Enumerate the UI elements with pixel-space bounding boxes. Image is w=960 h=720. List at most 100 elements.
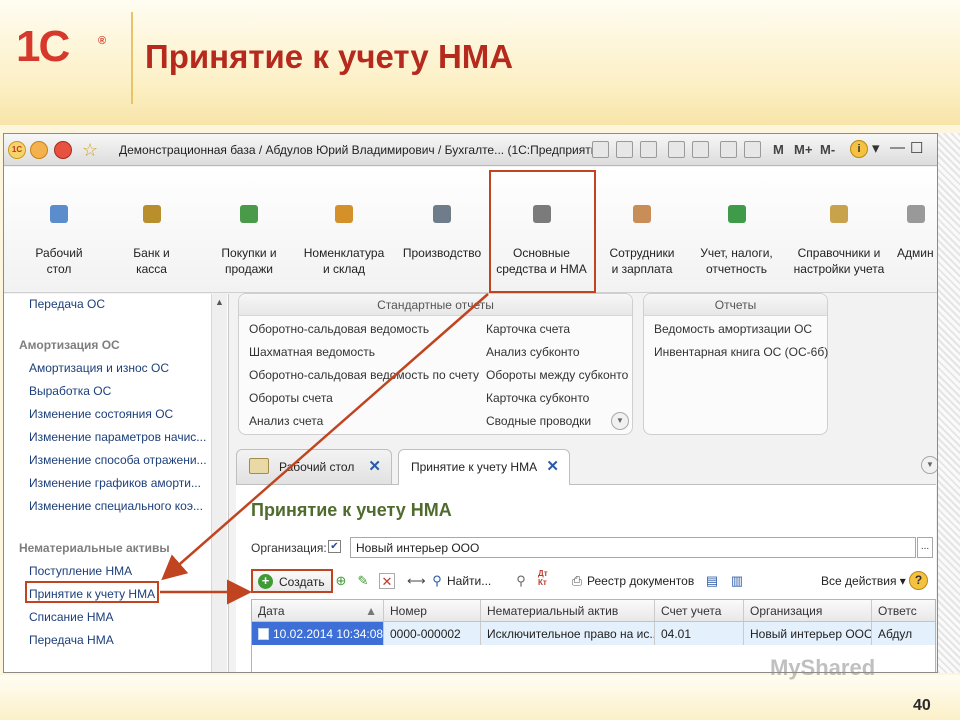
print-icon[interactable] bbox=[616, 141, 633, 158]
navigation-scrollbar[interactable]: ▲ bbox=[211, 294, 227, 672]
cell-number[interactable]: 0000-000002 bbox=[384, 622, 481, 645]
slide-footer bbox=[0, 675, 960, 720]
nav-item-fixed-asset-transfer[interactable]: Передача ОС bbox=[29, 297, 105, 311]
section-taxes[interactable]: Учет, налоги, отчетность bbox=[694, 167, 779, 293]
column-header-account[interactable]: Счет учета bbox=[655, 600, 744, 621]
section-reference[interactable]: Справочники и настройки учета bbox=[789, 167, 889, 293]
list-settings-icon[interactable]: ▥ bbox=[729, 573, 745, 589]
tab-desktop[interactable]: Рабочий стол ✕ bbox=[236, 449, 392, 485]
organization-select-button[interactable]: ... bbox=[917, 537, 933, 558]
nav-item[interactable]: Изменение способа отражени... bbox=[29, 453, 207, 467]
organization-filter-checkbox[interactable]: ✔ bbox=[328, 540, 341, 553]
cancel-search-icon[interactable]: ⚲ bbox=[513, 573, 529, 589]
section-staff[interactable]: Сотрудники и зарплата bbox=[602, 167, 682, 293]
memory-button[interactable]: M bbox=[773, 142, 784, 157]
print-icon[interactable]: ⎙ bbox=[569, 573, 585, 589]
close-icon[interactable]: ✕ bbox=[546, 450, 559, 484]
watermark: MyShared bbox=[770, 655, 876, 680]
table-row[interactable]: 10.02.2014 10:34:08 0000-000002 Исключит… bbox=[252, 622, 935, 645]
report-link[interactable]: Карточка субконто bbox=[486, 391, 589, 405]
sections-panel: Рабочий стол Банк и касса Покупки и продажи… bbox=[4, 167, 937, 293]
history-icon[interactable] bbox=[692, 141, 709, 158]
preview-icon[interactable] bbox=[640, 141, 657, 158]
report-link[interactable]: Шахматная ведомость bbox=[249, 345, 375, 359]
postings-button[interactable]: Дт Кт bbox=[538, 569, 548, 587]
stop-icon[interactable] bbox=[54, 141, 72, 159]
column-header-number[interactable]: Номер bbox=[384, 600, 481, 621]
nav-item[interactable]: Выработка ОС bbox=[29, 384, 111, 398]
section-label: Рабочий стол bbox=[35, 246, 83, 276]
all-actions-button[interactable]: Все действия ▾ bbox=[821, 574, 906, 588]
section-desktop[interactable]: Рабочий стол bbox=[24, 167, 94, 293]
report-link[interactable]: Анализ субконто bbox=[486, 345, 580, 359]
cart-icon bbox=[240, 205, 258, 223]
nav-item[interactable]: Изменение графиков аморти... bbox=[29, 476, 201, 490]
column-header-date[interactable]: Дата ▲ bbox=[252, 600, 384, 621]
document-registry-button[interactable]: Реестр документов bbox=[587, 574, 694, 588]
section-admin[interactable]: Админ bbox=[897, 167, 937, 293]
section-purchases[interactable]: Покупки и продажи bbox=[209, 167, 289, 293]
nav-item[interactable]: Изменение состояния ОС bbox=[29, 407, 173, 421]
favorites-star-icon[interactable]: ☆ bbox=[82, 139, 98, 161]
cell-account[interactable]: 04.01 bbox=[655, 622, 744, 645]
organization-field[interactable]: Новый интерьер ООО bbox=[350, 537, 916, 558]
create-button[interactable]: + Создать bbox=[251, 569, 333, 593]
nav-item[interactable]: Изменение специального коэ... bbox=[29, 499, 203, 513]
report-link[interactable]: Сводные проводки bbox=[486, 414, 591, 428]
calculator-icon[interactable] bbox=[720, 141, 737, 158]
list-toolbar: + Создать ⊕ ✎ ✕ ⟷ ⚲ Найти... ⚲ Дт Кт ⎙ Ре… bbox=[251, 569, 936, 595]
report-link[interactable]: Обороты между субконто bbox=[486, 368, 628, 382]
close-icon[interactable]: ✕ bbox=[368, 450, 381, 484]
section-bank[interactable]: Банк и касса bbox=[114, 167, 189, 293]
search-icon[interactable]: ⚲ bbox=[429, 573, 445, 589]
maximize-icon[interactable]: ☐ bbox=[910, 139, 923, 157]
transfer-icon[interactable]: ⟷ bbox=[407, 573, 426, 589]
main-menu-dropdown-icon[interactable] bbox=[30, 141, 48, 159]
report-link[interactable]: Оборотно-сальдовая ведомость по счету bbox=[249, 368, 479, 382]
column-header-organization[interactable]: Организация bbox=[744, 600, 872, 621]
production-icon bbox=[433, 205, 451, 223]
section-production[interactable]: Производство bbox=[397, 167, 487, 293]
report-link[interactable]: Инвентарная книга ОС (ОС-6б) bbox=[654, 345, 828, 359]
favorites-add-icon[interactable] bbox=[668, 141, 685, 158]
report-icon[interactable]: ▤ bbox=[704, 573, 720, 589]
app-window: 1С ☆ Демонстрационная база / Абдулов Юри… bbox=[3, 133, 938, 673]
edit-pencil-icon[interactable]: ✎ bbox=[355, 573, 371, 589]
find-button[interactable]: Найти... bbox=[447, 574, 491, 588]
standard-reports-panel: Стандартные отчеты Оборотно-сальдовая ве… bbox=[238, 293, 633, 435]
title-bar: 1С ☆ Демонстрационная база / Абдулов Юри… bbox=[4, 134, 937, 166]
options-chevron-icon[interactable]: ▾ bbox=[872, 139, 880, 157]
desktop-tab-icon bbox=[249, 458, 269, 474]
help-icon[interactable]: ? bbox=[909, 571, 928, 590]
report-link[interactable]: Анализ счета bbox=[249, 414, 323, 428]
delete-icon[interactable]: ✕ bbox=[379, 573, 395, 589]
report-link[interactable]: Ведомость амортизации ОС bbox=[654, 322, 812, 336]
memory-plus-button[interactable]: M+ bbox=[794, 142, 812, 157]
cell-intangible-asset[interactable]: Исключительное право на ис... bbox=[481, 622, 655, 645]
report-link[interactable]: Оборотно-сальдовая ведомость bbox=[249, 322, 429, 336]
slide-title: Принятие к учету НМА bbox=[145, 38, 514, 75]
copy-icon[interactable]: ⊕ bbox=[333, 573, 349, 589]
info-icon[interactable]: i bbox=[850, 140, 868, 158]
nav-item[interactable]: Амортизация и износ ОС bbox=[29, 361, 169, 375]
expand-more-icon[interactable]: ▼ bbox=[611, 412, 629, 430]
nav-item[interactable]: Изменение параметров начис... bbox=[29, 430, 206, 444]
calendar-icon[interactable] bbox=[744, 141, 761, 158]
nav-item-intangible-receipt[interactable]: Поступление НМА bbox=[29, 564, 132, 578]
column-header-intangible-asset[interactable]: Нематериальный актив bbox=[481, 600, 655, 621]
app-menu-icon[interactable]: 1С bbox=[8, 141, 26, 159]
nav-item-intangible-write-off[interactable]: Списание НМА bbox=[29, 610, 114, 624]
section-warehouse[interactable]: Номенклатура и склад bbox=[299, 167, 389, 293]
memory-minus-button[interactable]: M- bbox=[820, 142, 835, 157]
cell-organization[interactable]: Новый интерьер ООО bbox=[744, 622, 872, 645]
tab-intangible-acceptance[interactable]: Принятие к учету НМА ✕ bbox=[398, 449, 570, 485]
report-link[interactable]: Карточка счета bbox=[486, 322, 570, 336]
cell-date[interactable]: 10.02.2014 10:34:08 bbox=[252, 622, 384, 645]
scroll-up-icon[interactable]: ▲ bbox=[215, 297, 224, 307]
save-icon[interactable] bbox=[592, 141, 609, 158]
report-link[interactable]: Обороты счета bbox=[249, 391, 333, 405]
nav-item-intangible-transfer[interactable]: Передача НМА bbox=[29, 633, 114, 647]
minimize-icon[interactable]: — bbox=[890, 139, 905, 156]
cell-responsible[interactable]: Абдул bbox=[872, 622, 935, 645]
column-header-responsible[interactable]: Ответс bbox=[872, 600, 935, 621]
